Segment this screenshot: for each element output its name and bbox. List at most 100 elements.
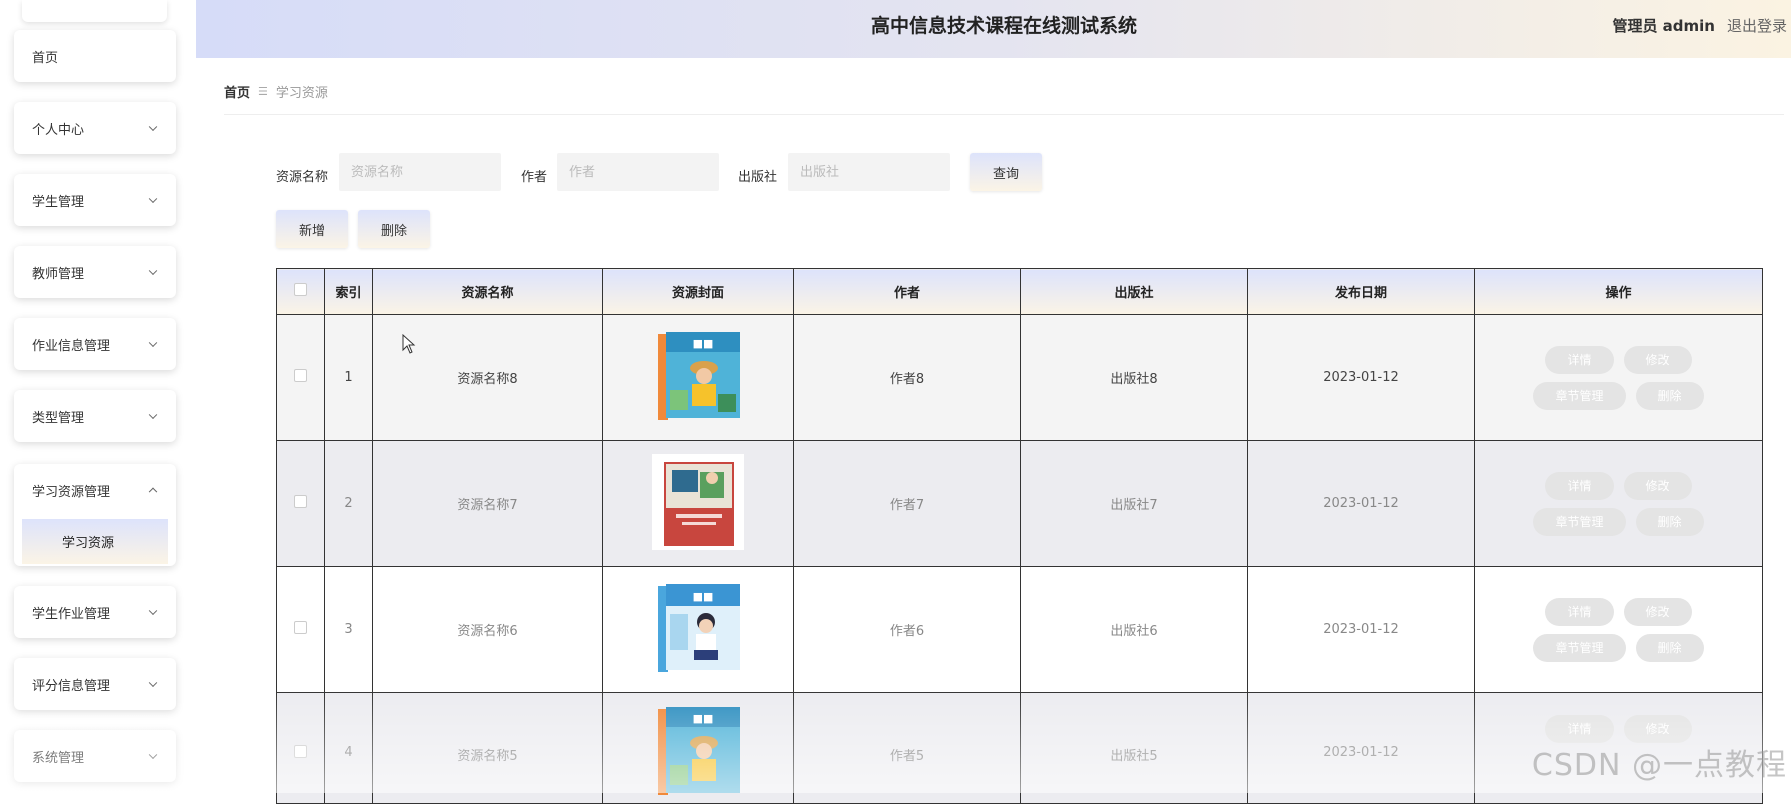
sidebar-item-label: 类型管理 xyxy=(32,410,85,426)
publisher-label: 出版社 xyxy=(738,170,778,185)
sidebar-item-homework-info[interactable]: 作业信息管理 xyxy=(14,318,176,370)
date-cell: 2023-01-12 xyxy=(1247,314,1475,441)
column-header: 资源名称 xyxy=(372,268,603,315)
query-button[interactable]: 查询 xyxy=(970,153,1042,191)
index-cell: 2 xyxy=(324,440,373,567)
row-checkbox[interactable] xyxy=(294,621,307,634)
sidebar-item-students[interactable]: 学生管理 xyxy=(14,174,176,226)
table-row: 2 资源名称7 作者7 出版社7 2023-01-12 详情 修改 章节管理 删… xyxy=(276,440,1763,567)
sidebar-item-label: 教师管理 xyxy=(32,266,85,282)
resource-name-cell: 资源名称5 xyxy=(372,692,603,804)
current-user: 管理员 admin xyxy=(1612,17,1715,35)
publisher-cell: 出版社8 xyxy=(1020,314,1248,441)
row-delete-button[interactable]: 删除 xyxy=(1635,381,1704,410)
cover-image: ■■ xyxy=(652,328,744,424)
sidebar-item-system[interactable]: 系统管理 xyxy=(14,730,176,782)
edit-button[interactable]: 修改 xyxy=(1623,471,1692,500)
row-checkbox[interactable] xyxy=(294,495,307,508)
operations-cell: 详情 修改 章节管理 删除 xyxy=(1474,566,1763,693)
sidebar-item-teachers[interactable]: 教师管理 xyxy=(14,246,176,298)
logout-link[interactable]: 退出登录 xyxy=(1727,0,1787,52)
select-all-checkbox[interactable] xyxy=(294,283,307,296)
sidebar-item-label: 系统管理 xyxy=(32,750,85,766)
date-cell: 2023-01-12 xyxy=(1247,440,1475,567)
publisher-cell: 出版社5 xyxy=(1020,692,1248,804)
breadcrumb-divider xyxy=(224,114,1784,115)
column-header: 资源封面 xyxy=(602,268,794,315)
add-button[interactable]: 新增 xyxy=(276,210,348,248)
edit-button[interactable]: 修改 xyxy=(1623,345,1692,374)
delete-button[interactable]: 删除 xyxy=(358,210,430,248)
row-delete-button[interactable]: 删除 xyxy=(1635,507,1704,536)
sidebar-item-student-homework[interactable]: 学生作业管理 xyxy=(14,586,176,638)
mouse-cursor-icon xyxy=(402,334,416,354)
table-row: 1 资源名称8 ■■ 作者8 出版社8 2023-01-12 详情 修改 章节管… xyxy=(276,314,1763,441)
resource-table: 索引 资源名称 资源封面 作者 出版社 发布日期 操作 1 资源名称8 ■■ 作… xyxy=(276,268,1763,804)
index-cell: 4 xyxy=(324,692,373,804)
edit-button[interactable]: 修改 xyxy=(1623,715,1692,743)
chapter-manage-button[interactable]: 章节管理 xyxy=(1533,507,1626,536)
sidebar-item-scoring[interactable]: 评分信息管理 xyxy=(14,658,176,710)
index-cell: 3 xyxy=(324,566,373,693)
chapter-manage-button[interactable]: 章节管理 xyxy=(1533,381,1626,410)
publisher-cell: 出版社7 xyxy=(1020,440,1248,567)
detail-button[interactable]: 详情 xyxy=(1545,715,1614,743)
column-header: 发布日期 xyxy=(1247,268,1475,315)
sidebar-item-personal-center[interactable]: 个人中心 xyxy=(14,102,176,154)
sidebar: 首页 个人中心 学生管理 教师管理 作业信息管理 类型管理 学习资源管理 学习资… xyxy=(0,0,196,793)
cover-image xyxy=(652,453,744,550)
column-header: 操作 xyxy=(1474,268,1763,315)
chevron-up-icon xyxy=(148,487,158,497)
detail-button[interactable]: 详情 xyxy=(1545,345,1614,374)
svg-text:■■: ■■ xyxy=(693,712,714,725)
sidebar-subitem-label: 学习资源 xyxy=(62,536,115,551)
operations-cell: 详情 修改 章节管理 删除 xyxy=(1474,440,1763,567)
index-cell: 1 xyxy=(324,314,373,441)
chevron-down-icon xyxy=(148,410,158,420)
sidebar-top-edge xyxy=(22,0,167,22)
sidebar-item-label: 评分信息管理 xyxy=(32,678,111,694)
cover-cell: ■■ xyxy=(602,692,794,804)
table-row: 3 资源名称6 ■■ 作者6 出版社6 2023-01-12 详情 修改 章节管… xyxy=(276,566,1763,693)
row-select-cell xyxy=(276,440,325,567)
resource-name-input[interactable] xyxy=(339,153,501,191)
chevron-down-icon xyxy=(148,750,158,760)
author-cell: 作者8 xyxy=(793,314,1021,441)
sidebar-item-learning-resources-header[interactable]: 学习资源管理 xyxy=(14,464,176,516)
sidebar-item-label: 首页 xyxy=(32,50,59,66)
author-cell: 作者6 xyxy=(793,566,1021,693)
resource-name-cell: 资源名称6 xyxy=(372,566,603,693)
detail-button[interactable]: 详情 xyxy=(1545,597,1614,626)
sidebar-subitem-learning-resource[interactable]: 学习资源 xyxy=(22,519,168,564)
detail-button[interactable]: 详情 xyxy=(1545,471,1614,500)
chapter-manage-button[interactable]: 章节管理 xyxy=(1533,633,1626,662)
row-select-cell xyxy=(276,314,325,441)
sidebar-item-label: 学习资源管理 xyxy=(32,484,111,500)
sidebar-item-types[interactable]: 类型管理 xyxy=(14,390,176,442)
author-input[interactable] xyxy=(557,153,719,191)
top-header: 高中信息技术课程在线测试系统 管理员 admin 退出登录 xyxy=(196,0,1791,58)
breadcrumb-separator-icon: ☰ xyxy=(258,85,268,98)
row-delete-button[interactable]: 删除 xyxy=(1635,633,1704,662)
edit-button[interactable]: 修改 xyxy=(1623,597,1692,626)
sidebar-item-home[interactable]: 首页 xyxy=(14,30,176,82)
cover-cell: ■■ xyxy=(602,566,794,693)
cover-cell: ■■ xyxy=(602,314,794,441)
cover-image: ■■ xyxy=(652,703,744,799)
chevron-down-icon xyxy=(148,606,158,616)
row-checkbox[interactable] xyxy=(294,745,307,758)
column-header: 出版社 xyxy=(1020,268,1248,315)
row-checkbox[interactable] xyxy=(294,369,307,382)
column-header: 作者 xyxy=(793,268,1021,315)
watermark: CSDN @一点教程 xyxy=(1531,748,1787,783)
row-select-cell xyxy=(276,566,325,693)
sidebar-item-label: 学生作业管理 xyxy=(32,606,111,622)
breadcrumb-home[interactable]: 首页 xyxy=(224,82,250,101)
date-cell: 2023-01-12 xyxy=(1247,566,1475,693)
select-all-cell xyxy=(276,268,325,315)
svg-text:■■: ■■ xyxy=(693,590,714,603)
author-cell: 作者5 xyxy=(793,692,1021,804)
table-header-row: 索引 资源名称 资源封面 作者 出版社 发布日期 操作 xyxy=(276,268,1763,315)
cover-image: ■■ xyxy=(652,580,744,676)
publisher-input[interactable] xyxy=(788,153,950,191)
